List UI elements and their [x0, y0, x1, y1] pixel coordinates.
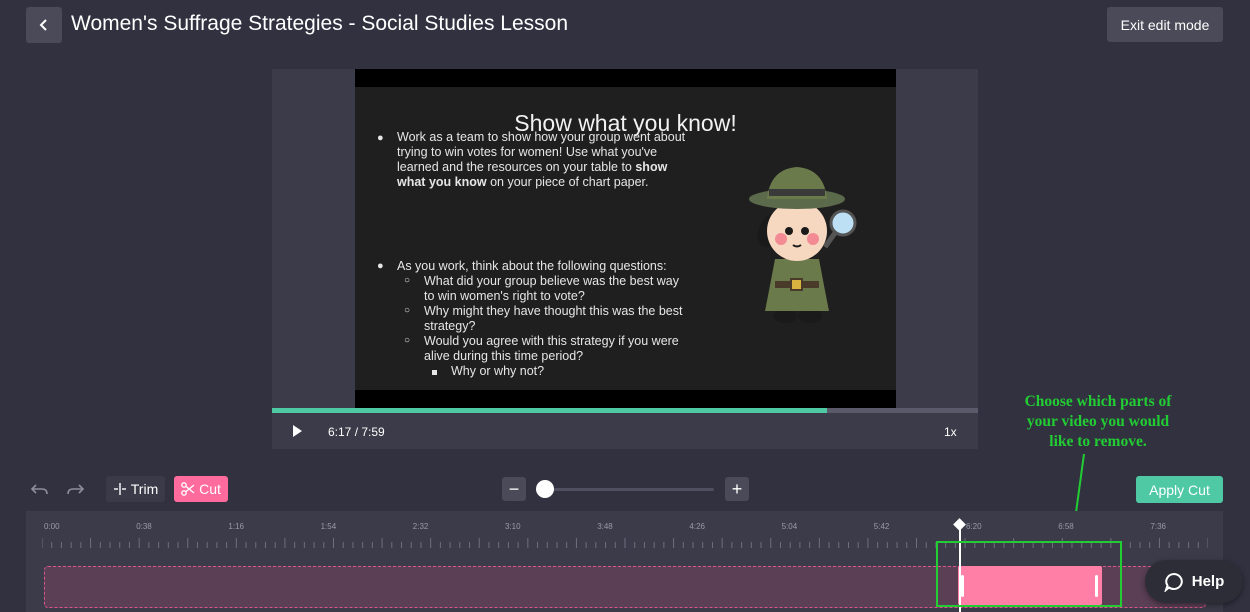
detective-illustration: [749, 167, 857, 323]
chevron-left-icon: [39, 19, 47, 31]
slide-bullet-2: As you work, think about the following q…: [397, 259, 667, 273]
playhead-handle[interactable]: [953, 518, 966, 531]
apply-cut-button[interactable]: Apply Cut: [1136, 476, 1223, 503]
sub-bullet-dot: ○: [404, 275, 411, 286]
chat-bubble-icon: [1164, 572, 1183, 592]
slide-bullet-1: Work as a team to show how your group we…: [397, 130, 686, 189]
timeline-tick-label: 5:04: [781, 522, 798, 531]
square-bullet: [432, 370, 437, 375]
video-progress-fill: [272, 408, 827, 413]
redo-icon[interactable]: [65, 480, 85, 498]
timeline-tick-label: 6:58: [1058, 522, 1074, 531]
timeline-tick-label: 3:10: [505, 522, 521, 531]
back-button[interactable]: [26, 7, 62, 43]
sub-bullet-dot: ○: [404, 305, 411, 316]
timeline-tick-label: 6:20: [966, 522, 982, 531]
minus-icon: −: [508, 478, 520, 499]
zoom-in-button[interactable]: +: [725, 477, 749, 501]
slide-sub-bullet-2: Why might they have thought this was the…: [424, 304, 683, 333]
timeline-tick-label: 0:38: [136, 522, 152, 531]
exit-edit-mode-button[interactable]: Exit edit mode: [1107, 7, 1223, 42]
video-progress-bar[interactable]: [272, 408, 978, 413]
zoom-slider-track[interactable]: [538, 488, 714, 491]
plus-icon: +: [731, 478, 743, 499]
trim-icon: [113, 483, 126, 495]
time-display: 6:17 / 7:59: [328, 425, 385, 439]
playback-speed-button[interactable]: 1x: [944, 425, 957, 439]
sub-bullet-dot: ○: [404, 335, 411, 346]
bullet-dot: ●: [377, 260, 384, 272]
video-frame: Show what you know! ● Work as a team to …: [355, 69, 896, 408]
slide-sub-bullet-1: What did your group believe was the best…: [424, 274, 679, 303]
timeline-tick-label: 7:36: [1150, 522, 1166, 531]
timeline-tick-label: 4:26: [689, 522, 705, 531]
slide-sub-sub-bullet: Why or why not?: [451, 364, 545, 378]
bullet-dot: ●: [377, 132, 384, 144]
instruction-annotation: Choose which parts of your video you wou…: [1024, 393, 1172, 450]
help-button[interactable]: Help: [1145, 560, 1243, 603]
trim-button[interactable]: Trim: [106, 476, 165, 502]
timeline-tick-label: 1:54: [320, 522, 337, 531]
undo-icon[interactable]: [30, 480, 50, 498]
zoom-out-button[interactable]: −: [502, 477, 526, 501]
timeline-tick-label: 2:32: [412, 522, 429, 531]
slide-sub-bullet-3: Would you agree with this strategy if yo…: [424, 334, 679, 363]
page-title: Women's Suffrage Strategies - Social Stu…: [71, 12, 568, 35]
timeline-tick-label: 0:00: [44, 522, 60, 531]
cut-button[interactable]: Cut: [174, 476, 228, 502]
timeline-tick-label: 5:42: [873, 522, 890, 531]
timeline-tick-label: 1:16: [228, 522, 244, 531]
zoom-slider-handle[interactable]: [536, 480, 554, 498]
play-icon[interactable]: [290, 424, 304, 438]
video-player: Show what you know! ● Work as a team to …: [272, 69, 978, 449]
annotation-highlight-box: [936, 541, 1122, 607]
timeline-tick-label: 3:48: [597, 522, 613, 531]
scissors-icon: [181, 482, 195, 496]
slide: Show what you know! ● Work as a team to …: [355, 87, 896, 390]
